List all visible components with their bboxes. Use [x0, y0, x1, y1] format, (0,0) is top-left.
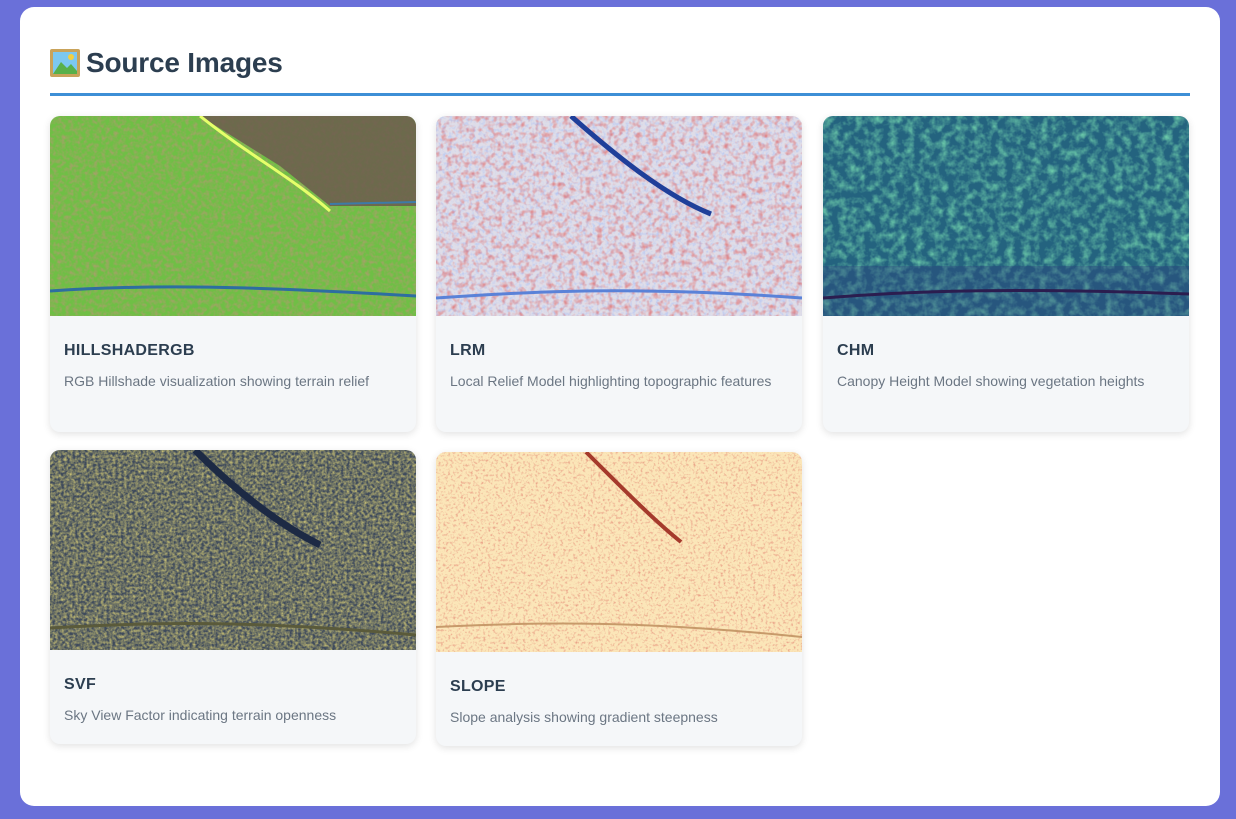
card-title: HILLSHADERGB [64, 342, 195, 359]
card-title: SLOPE [450, 678, 506, 695]
sky-view-factor-image[interactable] [50, 450, 416, 650]
card-title: LRM [450, 342, 486, 359]
card-description: Sky View Factor indicating terrain openn… [64, 707, 337, 723]
image-card-lrm[interactable]: LRM Local Relief Model highlighting topo… [436, 116, 802, 432]
source-images-panel: Source Images HILLSHADERGB RGB Hillshade… [20, 7, 1220, 806]
image-card-hillshadergb[interactable]: HILLSHADERGB RGB Hillshade visualization… [50, 116, 416, 432]
card-description: Local Relief Model highlighting topograp… [450, 373, 772, 389]
canopy-height-model-image[interactable] [823, 116, 1189, 316]
local-relief-model-image[interactable] [436, 116, 802, 316]
image-card-chm[interactable]: CHM Canopy Height Model showing vegetati… [823, 116, 1189, 432]
section-header: Source Images [50, 47, 1190, 96]
image-grid: HILLSHADERGB RGB Hillshade visualization… [50, 116, 1190, 776]
page-title: Source Images [86, 47, 283, 78]
card-description: RGB Hillshade visualization showing terr… [64, 373, 370, 389]
image-card-svf[interactable]: SVF Sky View Factor indicating terrain o… [50, 450, 416, 744]
image-card-slope[interactable]: SLOPE Slope analysis showing gradient st… [436, 452, 802, 746]
framed-picture-icon [50, 49, 80, 77]
slope-image[interactable] [436, 452, 802, 652]
card-description: Slope analysis showing gradient steepnes… [450, 709, 718, 725]
hillshade-rgb-image[interactable] [50, 116, 416, 316]
card-title: CHM [837, 342, 875, 359]
card-title: SVF [64, 676, 97, 693]
card-description: Canopy Height Model showing vegetation h… [837, 373, 1145, 389]
